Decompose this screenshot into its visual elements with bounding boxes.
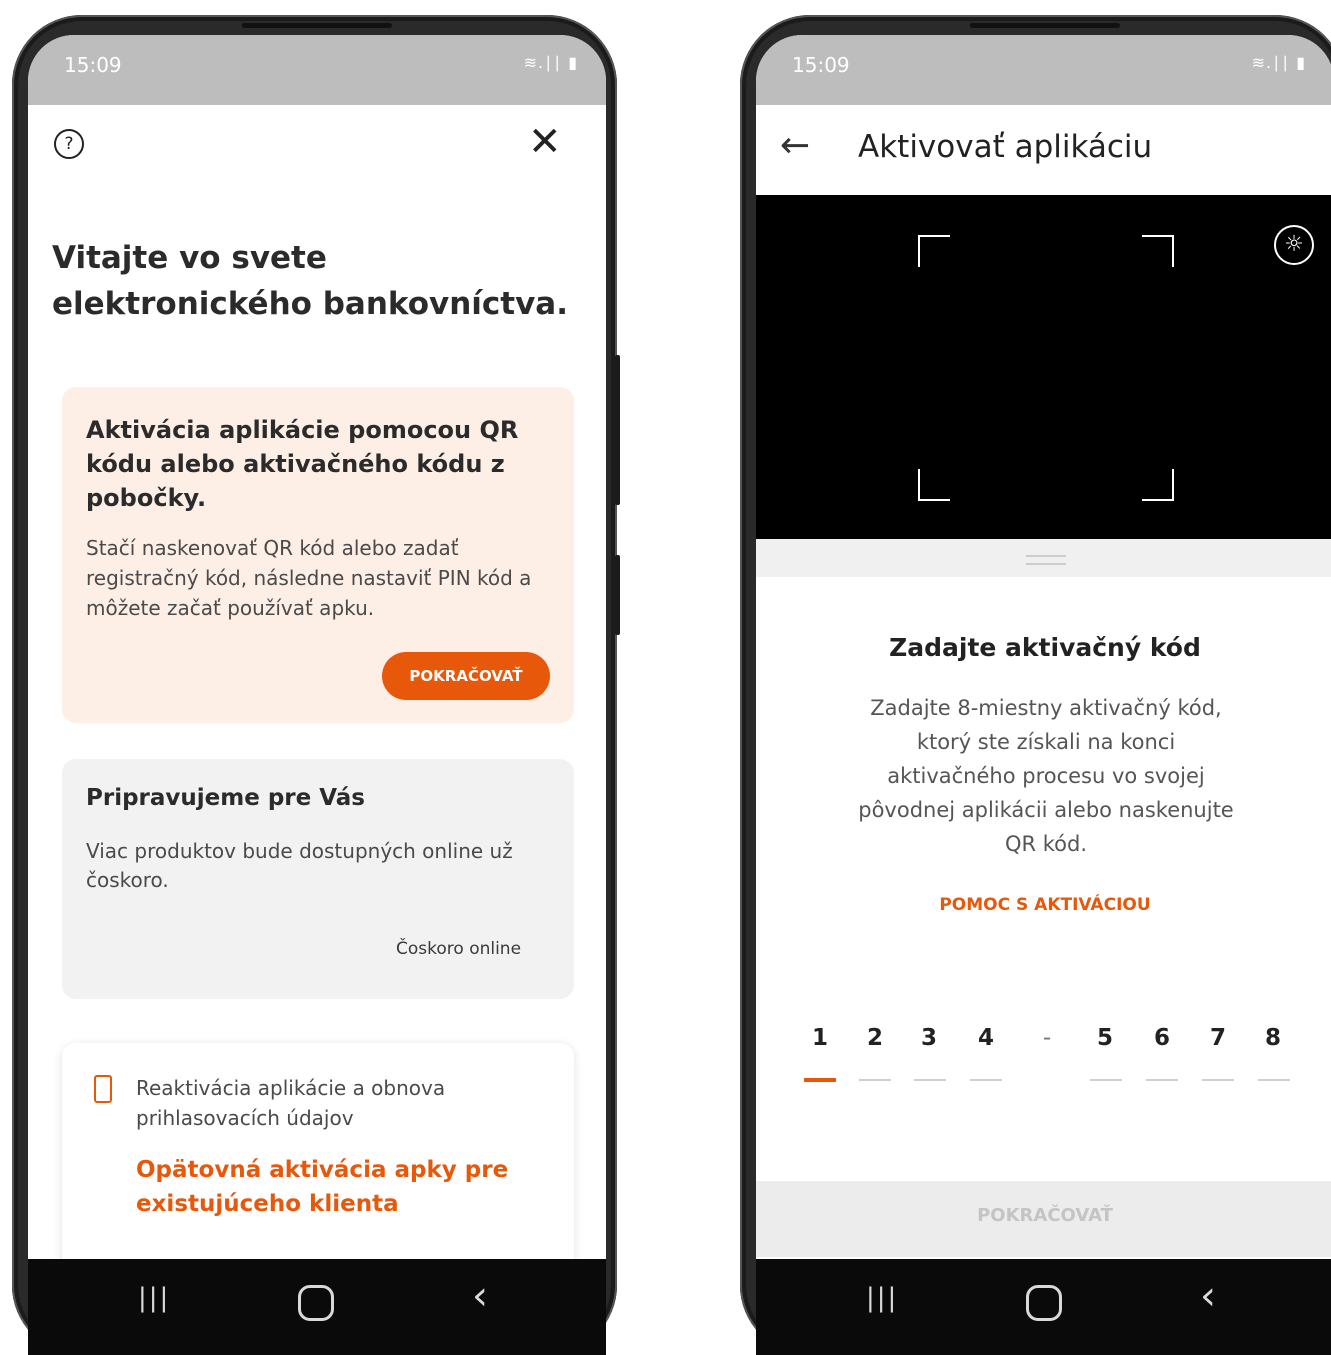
side-button bbox=[615, 355, 620, 505]
home-icon[interactable] bbox=[298, 1285, 334, 1321]
sheet-handle-bar[interactable] bbox=[756, 539, 1331, 577]
code-digit[interactable]: 8 bbox=[1253, 1025, 1293, 1051]
smartphone-icon bbox=[94, 1075, 112, 1103]
status-time: 15:09 bbox=[64, 53, 122, 77]
scan-frame-corner bbox=[918, 235, 950, 267]
scan-frame-corner bbox=[918, 469, 950, 501]
header-title: Aktivovať aplikáciu bbox=[858, 129, 1153, 165]
status-bar: 15:09 ≋.∣∣ ▮ bbox=[756, 35, 1331, 105]
help-icon[interactable]: ? bbox=[54, 129, 84, 159]
code-underline bbox=[1202, 1079, 1234, 1081]
status-icons: ≋.∣∣ ▮ bbox=[523, 53, 578, 72]
code-digit[interactable]: 6 bbox=[1142, 1025, 1182, 1051]
activate-card-title: Aktivácia aplikácie pomocou QR kódu aleb… bbox=[86, 416, 519, 512]
code-underline bbox=[1090, 1079, 1122, 1081]
code-underline bbox=[970, 1079, 1002, 1081]
activate-card-text: Stačí naskenovať QR kód alebo zadať regi… bbox=[86, 536, 532, 620]
recent-apps-icon[interactable]: ||| bbox=[138, 1283, 170, 1313]
system-nav-bar: ||| ‹ bbox=[28, 1259, 606, 1355]
code-digit[interactable]: 3 bbox=[909, 1025, 949, 1051]
back-arrow-icon[interactable]: ← bbox=[780, 125, 810, 166]
section-title: Zadajte aktivačný kód bbox=[889, 633, 1201, 662]
code-underline bbox=[1258, 1079, 1290, 1081]
continue-button[interactable]: POKRAČOVAŤ bbox=[382, 652, 550, 700]
reactivate-card-text: Reaktivácia aplikácie a obnova prihlasov… bbox=[136, 1076, 446, 1130]
status-icons: ≋.∣∣ ▮ bbox=[1251, 53, 1306, 72]
code-underline bbox=[914, 1079, 946, 1081]
system-back-icon[interactable]: ‹ bbox=[1200, 1273, 1216, 1319]
reactivate-card[interactable]: Reaktivácia aplikácie a obnova prihlasov… bbox=[62, 1043, 574, 1273]
scan-frame-corner bbox=[1142, 469, 1174, 501]
system-nav-bar: ||| ‹ bbox=[756, 1259, 1331, 1355]
phone-frame-right: 15:09 ≋.∣∣ ▮ ← Aktivovať aplikáciu ☼ Zad… bbox=[740, 15, 1331, 1355]
phone-frame-left: 15:09 ≋.∣∣ ▮ ? ✕ Vitajte vo svete elektr… bbox=[12, 15, 620, 1355]
system-back-icon[interactable]: ‹ bbox=[472, 1273, 488, 1319]
code-underline-active bbox=[804, 1078, 836, 1082]
code-digit[interactable]: 4 bbox=[966, 1025, 1006, 1051]
flashlight-icon[interactable]: ☼ bbox=[1274, 225, 1314, 265]
page-title: Vitajte vo svete elektronického bankovní… bbox=[52, 240, 568, 322]
coming-soon-title: Pripravujeme pre Vás bbox=[86, 785, 365, 811]
screen-activate: 15:09 ≋.∣∣ ▮ ← Aktivovať aplikáciu ☼ Zad… bbox=[756, 35, 1331, 1355]
speaker bbox=[970, 23, 1120, 28]
qr-scanner-view[interactable]: ☼ bbox=[756, 195, 1331, 539]
section-description: Zadajte 8-miestny aktivačný kód, ktorý s… bbox=[858, 696, 1234, 856]
code-digit[interactable]: 5 bbox=[1085, 1025, 1125, 1051]
side-button bbox=[615, 555, 620, 635]
activation-help-link[interactable]: POMOC S AKTIVÁCIOU bbox=[756, 895, 1331, 915]
status-bar: 15:09 ≋.∣∣ ▮ bbox=[28, 35, 606, 105]
reactivate-link[interactable]: Opätovná aktivácia apky pre existujúceho… bbox=[136, 1153, 536, 1221]
coming-soon-text: Viac produktov bude dostupných online už… bbox=[86, 839, 513, 892]
code-underline bbox=[1146, 1079, 1178, 1081]
code-digit[interactable]: 7 bbox=[1198, 1025, 1238, 1051]
app-header: ← Aktivovať aplikáciu bbox=[756, 105, 1331, 195]
coming-soon-card: Pripravujeme pre Vás Viac produktov bude… bbox=[62, 759, 574, 999]
status-time: 15:09 bbox=[792, 53, 850, 77]
scan-frame-corner bbox=[1142, 235, 1174, 267]
code-digit[interactable]: 2 bbox=[855, 1025, 895, 1051]
activate-card: Aktivácia aplikácie pomocou QR kódu aleb… bbox=[62, 387, 574, 723]
coming-soon-link[interactable]: Čoskoro online bbox=[396, 939, 521, 959]
screen-welcome: 15:09 ≋.∣∣ ▮ ? ✕ Vitajte vo svete elektr… bbox=[28, 35, 606, 1355]
code-underline bbox=[859, 1079, 891, 1081]
continue-button-disabled[interactable]: POKRAČOVAŤ bbox=[756, 1181, 1331, 1257]
continue-button-label: POKRAČOVAŤ bbox=[977, 1205, 1113, 1226]
home-icon[interactable] bbox=[1026, 1285, 1062, 1321]
speaker bbox=[242, 23, 392, 28]
recent-apps-icon[interactable]: ||| bbox=[866, 1283, 898, 1313]
drag-handle-icon[interactable] bbox=[1026, 555, 1066, 565]
code-digit[interactable]: 1 bbox=[800, 1025, 840, 1051]
code-separator: - bbox=[1042, 1025, 1052, 1051]
close-icon[interactable]: ✕ bbox=[528, 119, 562, 165]
